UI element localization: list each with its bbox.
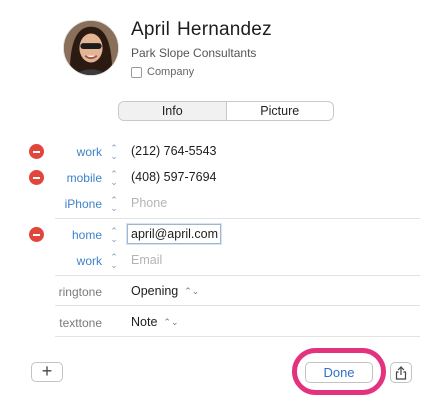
up-down-chevron-icon[interactable]: ⌃ ⌄ xyxy=(110,227,118,244)
info-picture-segmented-control[interactable]: Info Picture xyxy=(118,101,334,121)
field-row-mobile-phone: mobile ⌃ ⌄ (408) 597-7694 xyxy=(0,167,444,189)
tab-info[interactable]: Info xyxy=(119,102,227,120)
tab-picture[interactable]: Picture xyxy=(227,102,334,120)
up-down-chevron-icon[interactable]: ⌃ ⌄ xyxy=(110,144,118,161)
texttone-popup[interactable]: Note ⌃⌄ xyxy=(131,315,179,329)
minus-circle-icon[interactable] xyxy=(29,227,44,242)
done-button[interactable]: Done xyxy=(305,362,373,383)
section-divider xyxy=(55,218,420,219)
work-phone-value[interactable]: (212) 764-5543 xyxy=(131,144,216,158)
field-row-texttone: texttone Note ⌃⌄ xyxy=(0,312,444,334)
home-email-input[interactable]: april@april.com xyxy=(127,224,221,244)
field-row-work-phone: work ⌃ ⌄ (212) 764-5543 xyxy=(0,141,444,163)
up-down-chevron-icon[interactable]: ⌃ ⌄ xyxy=(110,253,118,270)
field-label-home[interactable]: home xyxy=(72,228,102,242)
add-field-button[interactable]: + xyxy=(31,362,63,382)
field-label-ringtone: ringtone xyxy=(58,285,102,299)
field-row-home-email: home ⌃ ⌄ april@april.com xyxy=(0,224,444,246)
up-down-chevron-icon[interactable]: ⌃ ⌄ xyxy=(110,196,118,213)
last-name[interactable]: Hernandez xyxy=(177,19,272,40)
company-checkbox[interactable] xyxy=(131,66,142,78)
ringtone-value: Opening xyxy=(131,284,179,298)
up-down-chevron-icon[interactable]: ⌃ ⌄ xyxy=(110,170,118,187)
field-label-work[interactable]: work xyxy=(77,145,102,159)
email-placeholder[interactable]: Email xyxy=(131,253,162,267)
field-label-iphone[interactable]: iPhone xyxy=(65,197,102,211)
section-divider xyxy=(55,305,420,306)
texttone-value: Note xyxy=(131,315,158,329)
minus-circle-icon[interactable] xyxy=(29,170,44,185)
ringtone-popup[interactable]: Opening ⌃⌄ xyxy=(131,284,199,298)
contact-avatar[interactable] xyxy=(63,20,119,76)
share-icon xyxy=(395,366,407,380)
field-label-mobile[interactable]: mobile xyxy=(67,171,102,185)
field-row-ringtone: ringtone Opening ⌃⌄ xyxy=(0,281,444,303)
phone-placeholder[interactable]: Phone xyxy=(131,196,167,210)
up-down-chevron-icon: ⌃⌄ xyxy=(163,317,179,327)
minus-circle-icon[interactable] xyxy=(29,144,44,159)
field-row-work-email: work ⌃ ⌄ Email xyxy=(0,250,444,272)
field-label-texttone: texttone xyxy=(59,316,102,330)
field-row-iphone: iPhone ⌃ ⌄ Phone xyxy=(0,193,444,215)
mobile-phone-value[interactable]: (408) 597-7694 xyxy=(131,170,216,184)
company-name[interactable]: Park Slope Consultants xyxy=(131,46,256,60)
share-button[interactable] xyxy=(390,362,412,383)
field-label-work-email[interactable]: work xyxy=(77,254,102,268)
company-checkbox-label: Company xyxy=(147,66,195,78)
first-name[interactable]: April xyxy=(131,19,170,40)
up-down-chevron-icon: ⌃⌄ xyxy=(184,286,200,296)
company-checkbox-row[interactable]: Company xyxy=(131,66,194,78)
contact-name[interactable]: April Hernandez xyxy=(131,19,272,41)
section-divider xyxy=(55,275,420,276)
section-divider xyxy=(55,336,420,337)
